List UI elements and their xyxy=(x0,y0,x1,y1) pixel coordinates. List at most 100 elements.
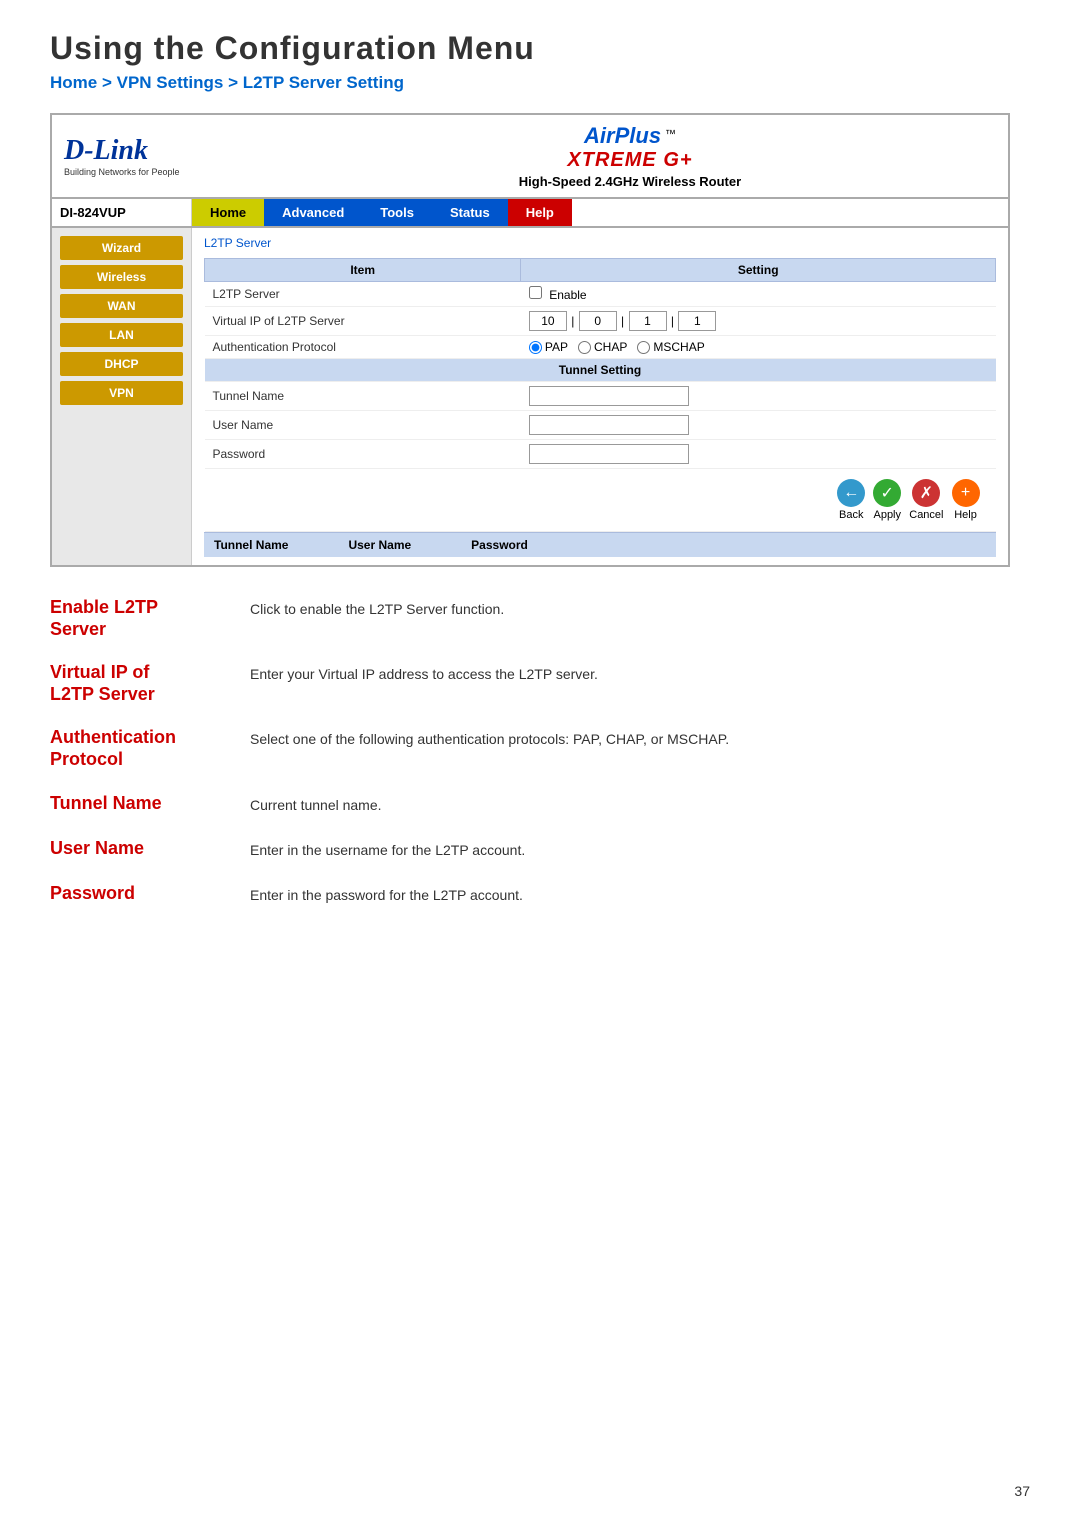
radio-chap[interactable]: CHAP xyxy=(578,340,627,354)
radio-pap-input[interactable] xyxy=(529,341,542,354)
description-section: Enable L2TPServer Click to enable the L2… xyxy=(50,597,1030,906)
sidebar-btn-wizard[interactable]: Wizard xyxy=(60,236,183,260)
radio-mschap-input[interactable] xyxy=(637,341,650,354)
table-row: L2TP Server Enable xyxy=(205,282,996,307)
sidebar-btn-lan[interactable]: LAN xyxy=(60,323,183,347)
tunnel-header: Tunnel Setting xyxy=(205,359,996,382)
password-input[interactable] xyxy=(529,444,689,464)
nav-status[interactable]: Status xyxy=(432,199,508,226)
user-name-input[interactable] xyxy=(529,415,689,435)
tunnel-name-label: Tunnel Name xyxy=(205,382,521,411)
desc-label-password: Password xyxy=(50,883,250,905)
virtual-ip-value: | | | xyxy=(521,307,996,336)
tunnel-name-input[interactable] xyxy=(529,386,689,406)
nav-advanced[interactable]: Advanced xyxy=(264,199,362,226)
dlink-tagline: Building Networks for People xyxy=(64,167,264,177)
dlink-logo: D-Link xyxy=(64,135,264,167)
desc-text-tunnel: Current tunnel name. xyxy=(250,793,1030,816)
model-description: High-Speed 2.4GHz Wireless Router xyxy=(264,174,996,189)
enable-label: Enable xyxy=(549,288,586,302)
table-row: Virtual IP of L2TP Server | | | xyxy=(205,307,996,336)
desc-text-auth: Select one of the following authenticati… xyxy=(250,727,1030,750)
tm-symbol: ™ xyxy=(665,128,676,140)
content-panel: L2TP Server Item Setting L2TP Server xyxy=(192,228,1008,565)
breadcrumb: L2TP Server xyxy=(204,236,996,250)
ip-octet-3[interactable] xyxy=(629,311,667,331)
l2tp-enable-checkbox[interactable] xyxy=(529,286,542,299)
ip-octet-4[interactable] xyxy=(678,311,716,331)
l2tp-server-label: L2TP Server xyxy=(205,282,521,307)
desc-text-enable: Click to enable the L2TP Server function… xyxy=(250,597,1030,620)
sidebar: Wizard Wireless WAN LAN DHCP VPN xyxy=(52,228,192,565)
desc-row-username: User Name Enter in the username for the … xyxy=(50,838,1030,861)
device-name-label: DI-824VUP xyxy=(52,199,192,226)
desc-label-tunnel: Tunnel Name xyxy=(50,793,250,815)
nav-tools[interactable]: Tools xyxy=(362,199,432,226)
airplus-logo: AirPlus xyxy=(584,123,661,148)
sidebar-btn-dhcp[interactable]: DHCP xyxy=(60,352,183,376)
sidebar-btn-wireless[interactable]: Wireless xyxy=(60,265,183,289)
apply-icon: ✓ xyxy=(873,479,901,507)
cancel-button[interactable]: ✗ Cancel xyxy=(909,479,943,521)
desc-label-username: User Name xyxy=(50,838,250,860)
router-ui: D-Link Building Networks for People AirP… xyxy=(50,113,1010,567)
table-row: User Name xyxy=(205,411,996,440)
ip-octet-1[interactable] xyxy=(529,311,567,331)
desc-row-password: Password Enter in the password for the L… xyxy=(50,883,1030,906)
setting-col-header: Setting xyxy=(521,259,996,282)
back-label: Back xyxy=(839,509,863,521)
table-footer: Tunnel Name User Name Password xyxy=(204,532,996,557)
back-button[interactable]: ← Back xyxy=(837,479,865,521)
user-name-value xyxy=(521,411,996,440)
apply-button[interactable]: ✓ Apply xyxy=(873,479,901,521)
sidebar-btn-wan[interactable]: WAN xyxy=(60,294,183,318)
help-icon: + xyxy=(952,479,980,507)
desc-row-tunnel: Tunnel Name Current tunnel name. xyxy=(50,793,1030,816)
desc-label-enable: Enable L2TPServer xyxy=(50,597,250,640)
radio-chap-input[interactable] xyxy=(578,341,591,354)
settings-table: Item Setting L2TP Server Enable xyxy=(204,258,996,532)
desc-label-virtual-ip: Virtual IP ofL2TP Server xyxy=(50,662,250,705)
l2tp-server-value: Enable xyxy=(521,282,996,307)
cancel-label: Cancel xyxy=(909,509,943,521)
desc-text-virtual-ip: Enter your Virtual IP address to access … xyxy=(250,662,1030,685)
footer-tunnel-name: Tunnel Name xyxy=(214,538,288,552)
ip-octet-2[interactable] xyxy=(579,311,617,331)
desc-row-enable: Enable L2TPServer Click to enable the L2… xyxy=(50,597,1030,640)
desc-row-auth: AuthenticationProtocol Select one of the… xyxy=(50,727,1030,770)
footer-password: Password xyxy=(471,538,528,552)
virtual-ip-label: Virtual IP of L2TP Server xyxy=(205,307,521,336)
sidebar-btn-vpn[interactable]: VPN xyxy=(60,381,183,405)
nav-bar: DI-824VUP Home Advanced Tools Status Hel… xyxy=(52,199,1008,228)
desc-text-password: Enter in the password for the L2TP accou… xyxy=(250,883,1030,906)
xtreme-logo: XTREME G+ xyxy=(264,149,996,172)
main-title: Using the Configuration Menu xyxy=(50,30,1030,67)
action-buttons-row: ← Back ✓ Apply ✗ Cancel xyxy=(205,469,996,532)
password-value xyxy=(521,440,996,469)
cancel-icon: ✗ xyxy=(912,479,940,507)
table-row: Password xyxy=(205,440,996,469)
tunnel-name-value xyxy=(521,382,996,411)
table-row: Authentication Protocol PAP CHAP xyxy=(205,336,996,359)
nav-help[interactable]: Help xyxy=(508,199,572,226)
radio-pap[interactable]: PAP xyxy=(529,340,568,354)
apply-label: Apply xyxy=(873,509,901,521)
help-label: Help xyxy=(954,509,977,521)
password-label: Password xyxy=(205,440,521,469)
table-row: Tunnel Name xyxy=(205,382,996,411)
radio-mschap[interactable]: MSCHAP xyxy=(637,340,704,354)
desc-text-username: Enter in the username for the L2TP accou… xyxy=(250,838,1030,861)
tunnel-header-row: Tunnel Setting xyxy=(205,359,996,382)
desc-row-virtual-ip: Virtual IP ofL2TP Server Enter your Virt… xyxy=(50,662,1030,705)
back-icon: ← xyxy=(837,479,865,507)
item-col-header: Item xyxy=(205,259,521,282)
desc-label-auth: AuthenticationProtocol xyxy=(50,727,250,770)
footer-user-name: User Name xyxy=(348,538,411,552)
subtitle: Home > VPN Settings > L2TP Server Settin… xyxy=(50,73,1030,93)
nav-home[interactable]: Home xyxy=(192,199,264,226)
auth-protocol-value: PAP CHAP MSCHAP xyxy=(521,336,996,359)
page-number: 37 xyxy=(1014,1483,1030,1499)
help-button[interactable]: + Help xyxy=(952,479,980,521)
user-name-label: User Name xyxy=(205,411,521,440)
auth-protocol-label: Authentication Protocol xyxy=(205,336,521,359)
